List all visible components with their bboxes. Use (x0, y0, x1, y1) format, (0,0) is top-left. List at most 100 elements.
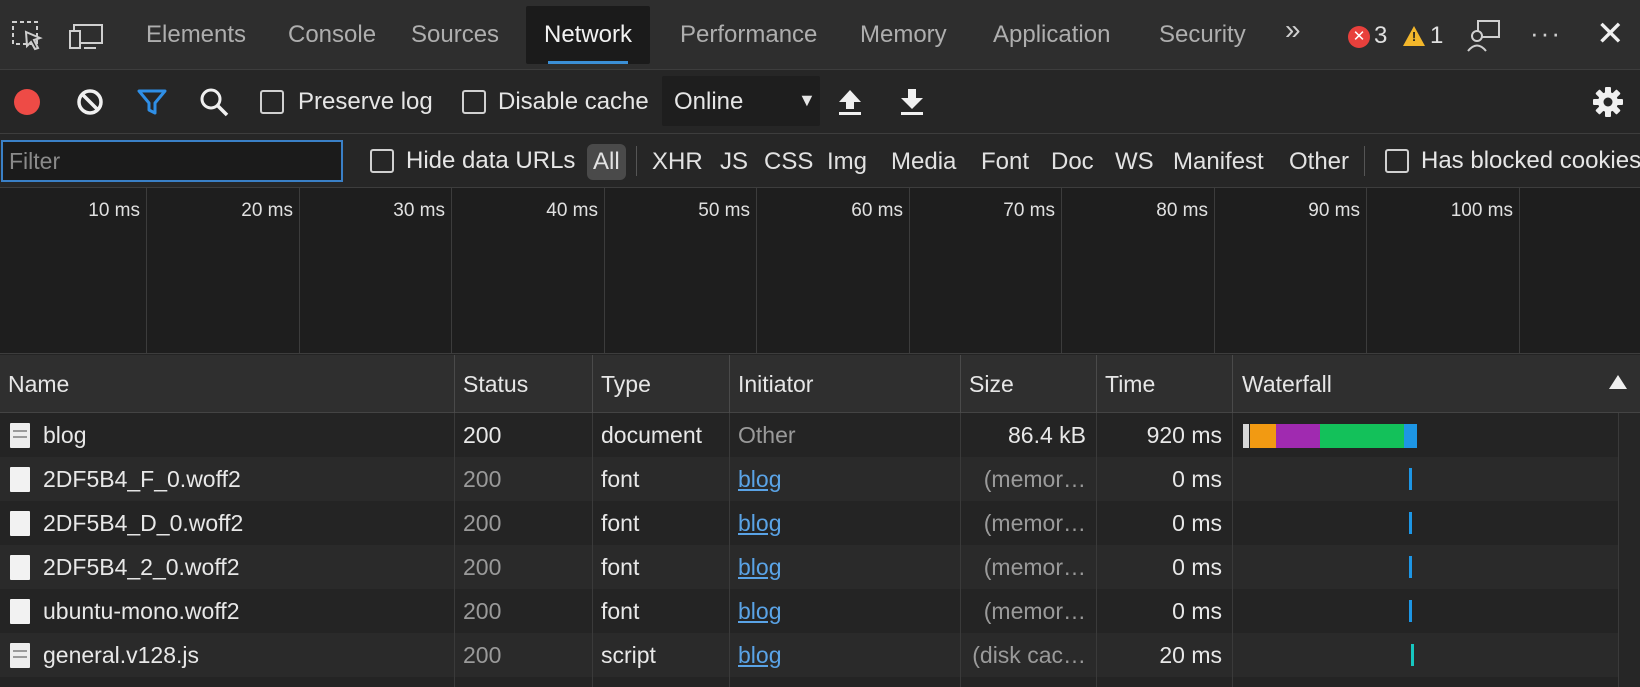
tab-application[interactable]: Application (975, 6, 1128, 64)
error-count[interactable]: 3 (1374, 22, 1387, 50)
preserve-log-checkbox[interactable] (260, 90, 284, 114)
settings-gear-icon[interactable] (1592, 86, 1624, 118)
request-type: font (601, 466, 640, 492)
column-header-name[interactable]: Name (0, 355, 69, 413)
request-type: font (601, 598, 640, 624)
request-table-header: Name Status Type Initiator Size Time Wat… (0, 355, 1640, 413)
tab-elements[interactable]: Elements (128, 6, 264, 64)
filter-icon[interactable] (136, 86, 168, 118)
request-row[interactable]: general.v128.js 200 script blog (disk cac… 20… (0, 633, 1640, 677)
request-type: font (601, 510, 640, 536)
request-initiator-link[interactable]: blog (738, 545, 953, 589)
column-divider (729, 413, 730, 687)
request-row[interactable]: 2DF5B4_D_0.woff2 200 font blog (memor… 0 ms (0, 501, 1640, 545)
request-status: 200 (463, 466, 502, 492)
request-status: 200 (463, 642, 502, 668)
has-blocked-cookies-checkbox[interactable] (1385, 149, 1409, 173)
filter-type-all[interactable]: All (587, 144, 626, 180)
request-time: 0 ms (1172, 598, 1222, 624)
more-options-icon[interactable]: ··· (1530, 18, 1562, 49)
filter-type-css[interactable]: CSS (764, 144, 813, 180)
filter-type-xhr[interactable]: XHR (652, 144, 703, 180)
filter-type-manifest[interactable]: Manifest (1173, 144, 1264, 180)
tab-memory[interactable]: Memory (842, 6, 965, 64)
close-devtools-icon[interactable]: ✕ (1596, 14, 1625, 54)
column-header-type[interactable]: Type (593, 355, 651, 413)
disable-cache-label[interactable]: Disable cache (498, 88, 649, 116)
record-icon[interactable] (14, 89, 40, 115)
filter-type-font[interactable]: Font (981, 144, 1029, 180)
request-initiator-link[interactable]: blog (738, 457, 953, 501)
request-size: (memor… (983, 598, 1086, 624)
device-toolbar-icon[interactable] (68, 18, 104, 54)
filter-type-img[interactable]: Img (827, 144, 867, 180)
clear-icon[interactable] (74, 86, 106, 118)
tab-performance[interactable]: Performance (662, 6, 835, 64)
import-har-icon[interactable] (834, 86, 866, 118)
hide-data-urls-label[interactable]: Hide data URLs (406, 147, 575, 175)
throttling-select[interactable]: Online ▼ (662, 76, 820, 126)
column-header-size[interactable]: Size (961, 355, 1014, 413)
tab-sources[interactable]: Sources (393, 6, 517, 64)
request-row[interactable]: 2DF5B4_2_0.woff2 200 font blog (memor… 0 ms (0, 545, 1640, 589)
request-name[interactable]: 2DF5B4_2_0.woff2 (43, 545, 448, 589)
request-name[interactable]: 2DF5B4_D_0.woff2 (43, 501, 448, 545)
waterfall-ttfb-bar (1320, 424, 1404, 448)
request-type: script (601, 642, 656, 668)
export-har-icon[interactable] (896, 86, 928, 118)
request-row[interactable]: ubuntu-mono.woff2 200 font blog (memor… 0 ms (0, 589, 1640, 633)
network-toolbar: Preserve log Disable cache Online ▼ (0, 70, 1640, 134)
has-blocked-cookies-label[interactable]: Has blocked cookies (1421, 147, 1640, 175)
column-header-waterfall[interactable]: Waterfall (1234, 355, 1332, 413)
filter-divider (1364, 146, 1365, 176)
overview-tick-label: 100 ms (1450, 200, 1513, 221)
warning-count[interactable]: 1 (1430, 22, 1443, 50)
font-file-icon (10, 555, 30, 580)
waterfall-timing-bar (1409, 468, 1412, 490)
column-divider[interactable] (1232, 355, 1233, 413)
request-initiator-link[interactable]: blog (738, 633, 953, 677)
overview-gridline (1061, 188, 1062, 353)
tab-console[interactable]: Console (270, 6, 394, 64)
request-size: 86.4 kB (1008, 422, 1086, 448)
request-row[interactable]: blog 200 document Other 86.4 kB 920 ms (0, 413, 1640, 457)
request-status: 200 (463, 598, 502, 624)
font-file-icon (10, 511, 30, 536)
column-header-initiator[interactable]: Initiator (730, 355, 813, 413)
request-size: (memor… (983, 510, 1086, 536)
hide-data-urls-checkbox[interactable] (370, 149, 394, 173)
filter-type-js[interactable]: JS (720, 144, 748, 180)
column-header-status[interactable]: Status (455, 355, 528, 413)
filter-input[interactable] (1, 140, 343, 182)
inspect-element-icon[interactable] (10, 18, 46, 54)
request-row[interactable]: 2DF5B4_F_0.woff2 200 font blog (memor… 0 ms (0, 457, 1640, 501)
feedback-icon[interactable] (1466, 18, 1502, 54)
sort-ascending-icon[interactable] (1609, 375, 1627, 389)
request-name[interactable]: ubuntu-mono.woff2 (43, 589, 448, 633)
request-initiator: Other (738, 422, 796, 448)
filter-type-media[interactable]: Media (891, 144, 956, 180)
overview-tick-label: 30 ms (393, 200, 445, 221)
network-overview[interactable]: 10 ms 20 ms 30 ms 40 ms 50 ms 60 ms 70 ms 80 ms… (0, 188, 1640, 354)
tab-network[interactable]: Network (526, 6, 651, 64)
preserve-log-label[interactable]: Preserve log (298, 88, 433, 116)
search-icon[interactable] (198, 86, 230, 118)
filter-type-other[interactable]: Other (1289, 144, 1349, 180)
request-status: 200 (463, 510, 502, 536)
column-divider (1232, 413, 1233, 687)
filter-type-doc[interactable]: Doc (1051, 144, 1094, 180)
filter-type-ws[interactable]: WS (1115, 144, 1154, 180)
request-initiator-link[interactable]: blog (738, 589, 953, 633)
request-name[interactable]: blog (43, 413, 448, 457)
overview-tick-label: 90 ms (1308, 200, 1360, 221)
request-name[interactable]: general.v128.js (43, 633, 448, 677)
error-icon[interactable]: ✕ (1348, 26, 1370, 48)
more-tabs-icon[interactable]: » (1285, 14, 1301, 46)
tab-security[interactable]: Security (1141, 6, 1264, 64)
disable-cache-checkbox[interactable] (462, 90, 486, 114)
request-name[interactable]: 2DF5B4_F_0.woff2 (43, 457, 448, 501)
request-initiator-link[interactable]: blog (738, 501, 953, 545)
table-scrollbar[interactable] (1618, 413, 1640, 687)
column-header-time[interactable]: Time (1097, 355, 1155, 413)
request-type: font (601, 554, 640, 580)
